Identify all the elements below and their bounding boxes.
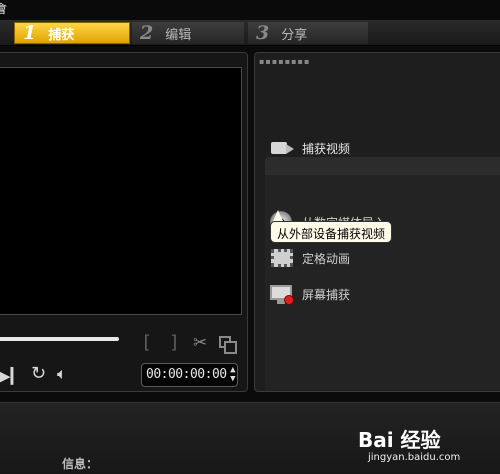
baidu-watermark: Bai 经验 jingyan.baidu.com: [358, 424, 460, 463]
video-camera-icon: [268, 135, 296, 161]
player-panel: [ ] ✂ ▶▎ ↻ 🔈︎ 00:00:00:00 ▲ ▼: [0, 52, 248, 392]
window-title: 會: [0, 2, 8, 16]
tooltip: 从外部设备捕获视频: [270, 210, 393, 243]
tab-edit[interactable]: 2 编辑: [132, 22, 244, 44]
step-tabs: 1 捕获 2 编辑 3 分享: [0, 20, 500, 46]
title-bar: 會: [0, 0, 500, 20]
play-to-end-icon[interactable]: ▶▎: [0, 367, 22, 385]
drag-grip-icon[interactable]: ▪▪▪▪▪▪▪▪: [259, 57, 310, 66]
tab-number: 3: [256, 22, 270, 44]
option-label: 屏幕捕获: [302, 287, 351, 302]
tab-share[interactable]: 3 分享: [248, 22, 368, 44]
watermark-logo: Bai 经验: [358, 428, 441, 452]
tab-number: 2: [140, 22, 154, 44]
stop-motion-option[interactable]: 定格动画: [266, 244, 500, 272]
copy-icon[interactable]: [219, 336, 237, 354]
tab-label: 编辑: [165, 27, 192, 43]
info-label: 信息：: [62, 457, 99, 471]
capture-video-option[interactable]: 捕获视频: [266, 134, 500, 162]
mark-in-button[interactable]: [: [141, 332, 152, 353]
tab-label: 分享: [281, 27, 308, 43]
screen-capture-option[interactable]: 屏幕捕获: [266, 280, 500, 308]
scrub-bar[interactable]: [0, 337, 119, 341]
watermark-url: jingyan.baidu.com: [368, 452, 461, 463]
volume-icon[interactable]: 🔈︎: [57, 364, 67, 384]
option-label: 捕获视频: [302, 141, 351, 156]
mark-out-button[interactable]: ]: [169, 332, 180, 353]
scissors-icon[interactable]: ✂: [193, 333, 207, 353]
tab-label: 捕获: [48, 27, 75, 43]
option-label: 定格动画: [302, 251, 351, 266]
repeat-icon[interactable]: ↻: [31, 363, 46, 384]
timecode-field[interactable]: 00:00:00:00 ▲ ▼: [141, 363, 238, 387]
timecode-spinner-icon[interactable]: ▲ ▼: [230, 366, 235, 384]
tab-capture[interactable]: 1 捕获: [14, 22, 130, 44]
video-preview: [0, 67, 242, 315]
film-frame-icon: [268, 245, 296, 271]
screen-record-icon: [268, 281, 296, 307]
timecode-value: 00:00:00:00: [146, 367, 227, 382]
tab-number: 1: [23, 22, 37, 44]
